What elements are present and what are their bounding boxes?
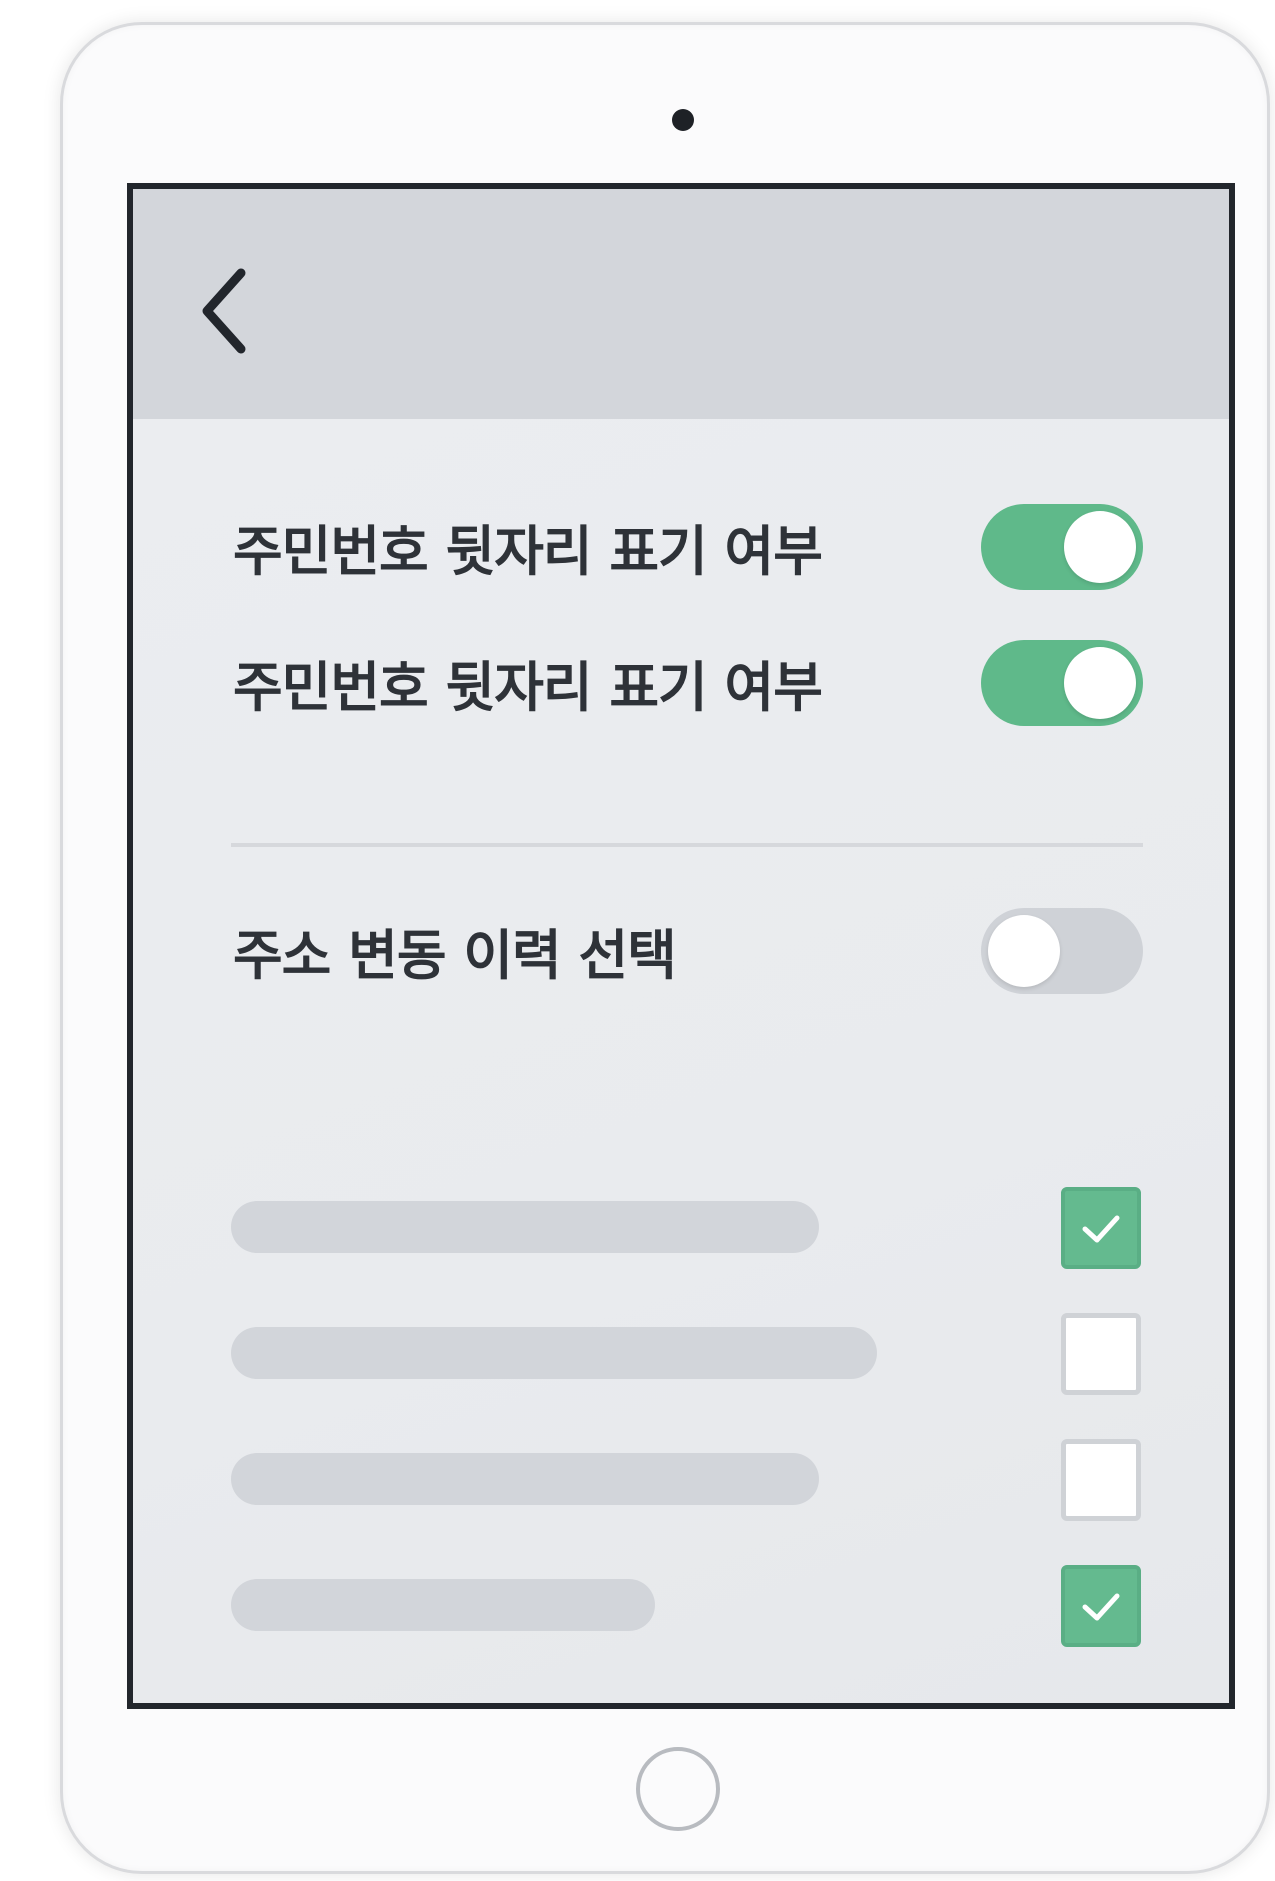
app-header: [133, 189, 1229, 419]
toggle-ssn-1[interactable]: [981, 504, 1143, 590]
option-placeholder-4: [231, 1579, 655, 1631]
option-placeholder-2: [231, 1327, 877, 1379]
camera-dot-icon: [672, 109, 694, 131]
checkmark-icon: [1082, 1215, 1120, 1243]
toggle-knob: [1064, 511, 1136, 583]
checkmark-icon: [1082, 1593, 1120, 1621]
setting-label-ssn-2: 주민번호 뒷자리 표기 여부: [233, 656, 823, 719]
setting-label-ssn-1: 주민번호 뒷자리 표기 여부: [233, 520, 823, 583]
toggle-knob: [1064, 647, 1136, 719]
option-checkbox-1[interactable]: [1061, 1187, 1141, 1269]
divider: [231, 843, 1143, 847]
option-placeholder-1: [231, 1201, 819, 1253]
tablet-device: 주민번호 뒷자리 표기 여부 주민번호 뒷자리 표기 여부 주소 변동 이력 선…: [60, 22, 1270, 1874]
toggle-ssn-2[interactable]: [981, 640, 1143, 726]
option-checkbox-2[interactable]: [1061, 1313, 1141, 1395]
toggle-knob: [988, 915, 1060, 987]
settings-panel: 주민번호 뒷자리 표기 여부 주민번호 뒷자리 표기 여부 주소 변동 이력 선…: [133, 419, 1229, 1703]
option-placeholder-3: [231, 1453, 819, 1505]
toggle-address-history[interactable]: [981, 908, 1143, 994]
option-checkbox-3[interactable]: [1061, 1439, 1141, 1521]
setting-label-address-history: 주소 변동 이력 선택: [233, 924, 677, 987]
tablet-screen: 주민번호 뒷자리 표기 여부 주민번호 뒷자리 표기 여부 주소 변동 이력 선…: [127, 183, 1235, 1709]
home-button-icon[interactable]: [636, 1747, 720, 1831]
option-checkbox-4[interactable]: [1061, 1565, 1141, 1647]
chevron-left-icon[interactable]: [195, 261, 255, 361]
chevron-left-icon-svg: [202, 268, 246, 354]
